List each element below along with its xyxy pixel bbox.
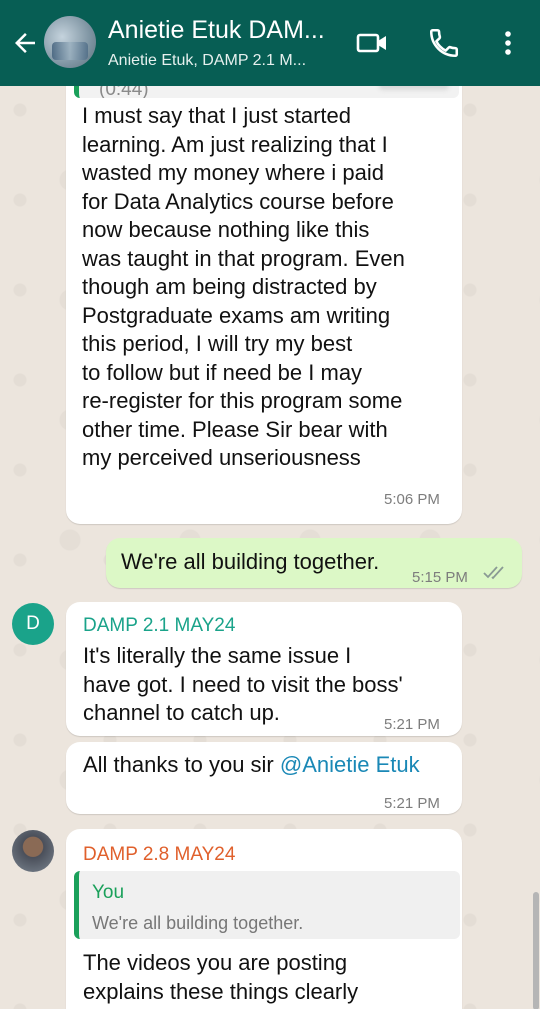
read-ticks-icon	[483, 566, 504, 580]
chat-header: Anietie Etuk DAM... Anietie Etuk, DAMP 2…	[0, 0, 540, 86]
message-bubble-incoming[interactable]: DAMP 2.8 MAY24 You We're all building to…	[66, 829, 462, 1009]
blurred-text	[379, 86, 449, 90]
quoted-voice-note[interactable]: (0:44)	[74, 86, 459, 98]
quoted-duration: (0:44)	[99, 86, 149, 98]
message-bubble-incoming[interactable]: (0:44) I must say that I just started le…	[66, 86, 462, 524]
quote-text: We're all building together.	[92, 913, 304, 933]
message-text: All thanks to you sir @Anietie Etuk	[83, 752, 420, 777]
message-time: 5:21 PM	[384, 795, 440, 812]
chat-title[interactable]: Anietie Etuk DAM...	[108, 16, 325, 45]
sender-avatar[interactable]: D	[12, 603, 54, 645]
more-options-icon[interactable]	[491, 26, 525, 60]
message-list[interactable]: (0:44) I must say that I just started le…	[0, 86, 540, 1009]
sender-avatar[interactable]	[12, 830, 54, 872]
voice-call-icon[interactable]	[427, 26, 461, 60]
video-call-icon[interactable]	[355, 26, 389, 60]
message-time: 5:21 PM	[384, 716, 440, 733]
message-bubble-incoming[interactable]: All thanks to you sir @Anietie Etuk 5:21…	[66, 742, 462, 814]
mention-link[interactable]: @Anietie Etuk	[280, 752, 420, 777]
message-text: The videos you are posting explains thes…	[83, 950, 359, 1004]
message-text: It's literally the same issue I have got…	[83, 643, 403, 725]
quote-author: You	[92, 882, 125, 903]
sender-name[interactable]: DAMP 2.1 MAY24	[83, 612, 235, 641]
group-avatar[interactable]	[44, 16, 96, 68]
message-time: 5:15 PM	[412, 569, 468, 586]
back-arrow-icon[interactable]	[10, 28, 40, 58]
message-text: We're all building together.	[121, 549, 380, 574]
scrollbar-thumb[interactable]	[533, 892, 539, 1009]
chat-subtitle[interactable]: Anietie Etuk, DAMP 2.1 M...	[108, 52, 306, 70]
message-bubble-incoming[interactable]: DAMP 2.1 MAY24 It's literally the same i…	[66, 602, 462, 736]
message-time: 5:06 PM	[384, 491, 440, 508]
message-bubble-outgoing[interactable]: We're all building together. 5:15 PM	[106, 538, 522, 588]
sender-name[interactable]: DAMP 2.8 MAY24	[83, 841, 235, 870]
quoted-message[interactable]: You We're all building together.	[74, 871, 460, 939]
message-text: I must say that I just started learning.…	[82, 103, 405, 470]
